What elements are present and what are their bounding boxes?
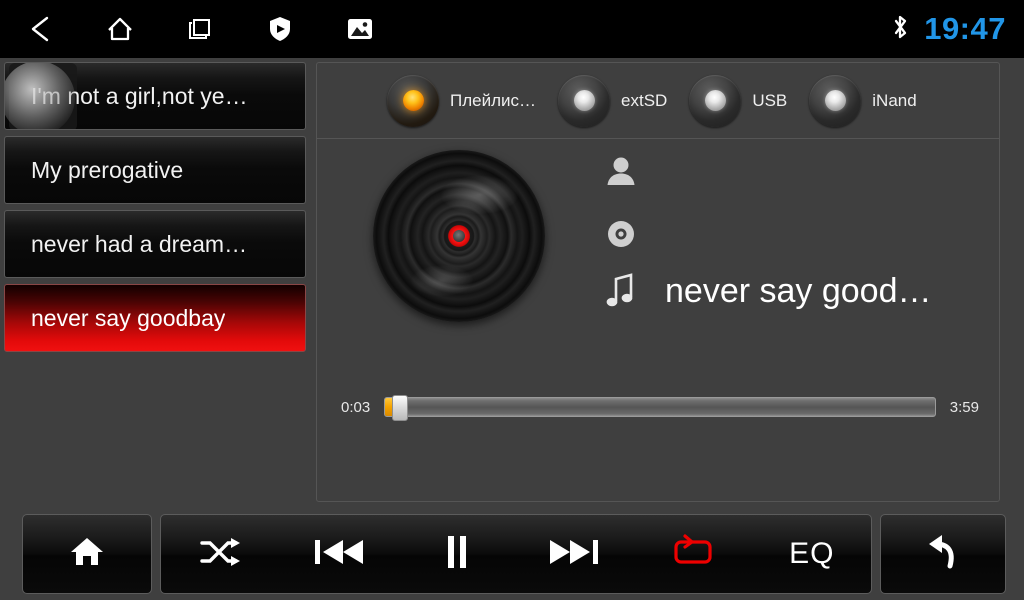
list-item[interactable]: never had a dream… <box>4 210 306 278</box>
status-bar: 19:47 <box>0 0 1024 58</box>
list-item[interactable]: I'm not a girl,not ye… <box>4 62 306 130</box>
back-button[interactable] <box>880 514 1006 594</box>
source-option-extsd[interactable]: extSD <box>558 74 668 127</box>
music-player-screen: 19:47 I'm not a girl,not ye… My prerogat… <box>0 0 1024 600</box>
seek-thumb[interactable] <box>392 395 409 421</box>
radio-knob-icon <box>689 74 742 127</box>
previous-button[interactable] <box>279 515 397 593</box>
list-item-selected[interactable]: never say goodbay <box>4 284 306 352</box>
eq-label: EQ <box>789 537 835 570</box>
image-icon <box>346 15 374 43</box>
nav-protected-media-button[interactable] <box>240 0 320 58</box>
previous-track-icon <box>311 535 365 574</box>
bluetooth-icon <box>890 12 910 47</box>
list-item-label: never say goodbay <box>31 304 226 331</box>
eq-button[interactable]: EQ <box>753 515 871 593</box>
vinyl-disc-icon <box>373 150 545 322</box>
source-option-label: Плейлис… <box>450 90 537 110</box>
list-item-label: I'm not a girl,not ye… <box>31 82 248 109</box>
repeat-button[interactable] <box>634 515 752 593</box>
source-option-usb[interactable]: USB <box>689 74 788 127</box>
duration-time: 3:59 <box>949 398 979 416</box>
radio-knob-icon <box>387 74 439 127</box>
source-selector: Плейлис… extSD USB iNand <box>317 63 999 139</box>
list-item-label: never had a dream… <box>31 230 248 257</box>
list-item[interactable]: My prerogative <box>4 136 306 204</box>
home-button[interactable] <box>22 514 152 594</box>
source-option-label: extSD <box>621 90 668 110</box>
home-icon <box>66 531 108 578</box>
shuffle-button[interactable] <box>161 515 279 593</box>
next-track-icon <box>548 535 602 574</box>
person-icon <box>599 155 643 189</box>
nav-home-button[interactable] <box>80 0 160 58</box>
radio-knob-icon <box>809 74 862 127</box>
repeat-icon <box>669 533 717 576</box>
pause-icon <box>442 534 472 575</box>
source-option-label: USB <box>752 90 788 110</box>
playlist-sidebar[interactable]: I'm not a girl,not ye… My prerogative ne… <box>4 62 306 502</box>
next-button[interactable] <box>516 515 634 593</box>
status-bar-clock: 19:47 <box>924 11 1006 46</box>
artist-row <box>599 155 665 189</box>
play-pause-button[interactable] <box>398 515 516 593</box>
music-note-icon <box>599 271 643 311</box>
seek-track[interactable] <box>384 395 936 421</box>
now-playing-area: never say good… 0:03 3:59 <box>317 139 999 501</box>
nav-screenshot-button[interactable] <box>320 0 400 58</box>
shield-play-icon <box>267 14 293 44</box>
album-row <box>599 219 665 249</box>
source-option-playlist[interactable]: Плейлис… <box>387 74 537 127</box>
main-panel: Плейлис… extSD USB iNand never say good…… <box>316 62 1000 502</box>
radio-knob-icon <box>558 74 611 127</box>
shuffle-icon <box>198 535 242 574</box>
source-option-inand[interactable]: iNand <box>809 74 917 127</box>
title-row: never say good… <box>599 271 932 311</box>
source-option-label: iNand <box>872 90 917 110</box>
bottom-control-bar: EQ <box>0 508 1024 600</box>
status-bar-right: 19:47 <box>890 0 1006 58</box>
android-nav-buttons <box>0 0 400 58</box>
recents-icon <box>185 14 215 44</box>
back-arrow-icon <box>922 531 964 578</box>
title-value: never say good… <box>665 271 932 310</box>
transport-controls: EQ <box>160 514 872 594</box>
home-icon <box>105 14 135 44</box>
disc-icon <box>599 219 643 249</box>
nav-recents-button[interactable] <box>160 0 240 58</box>
list-item-label: My prerogative <box>31 156 184 183</box>
elapsed-time: 0:03 <box>341 398 371 416</box>
back-icon <box>27 14 53 44</box>
nav-back-button[interactable] <box>0 0 80 58</box>
seek-bar[interactable]: 0:03 3:59 <box>341 395 979 421</box>
